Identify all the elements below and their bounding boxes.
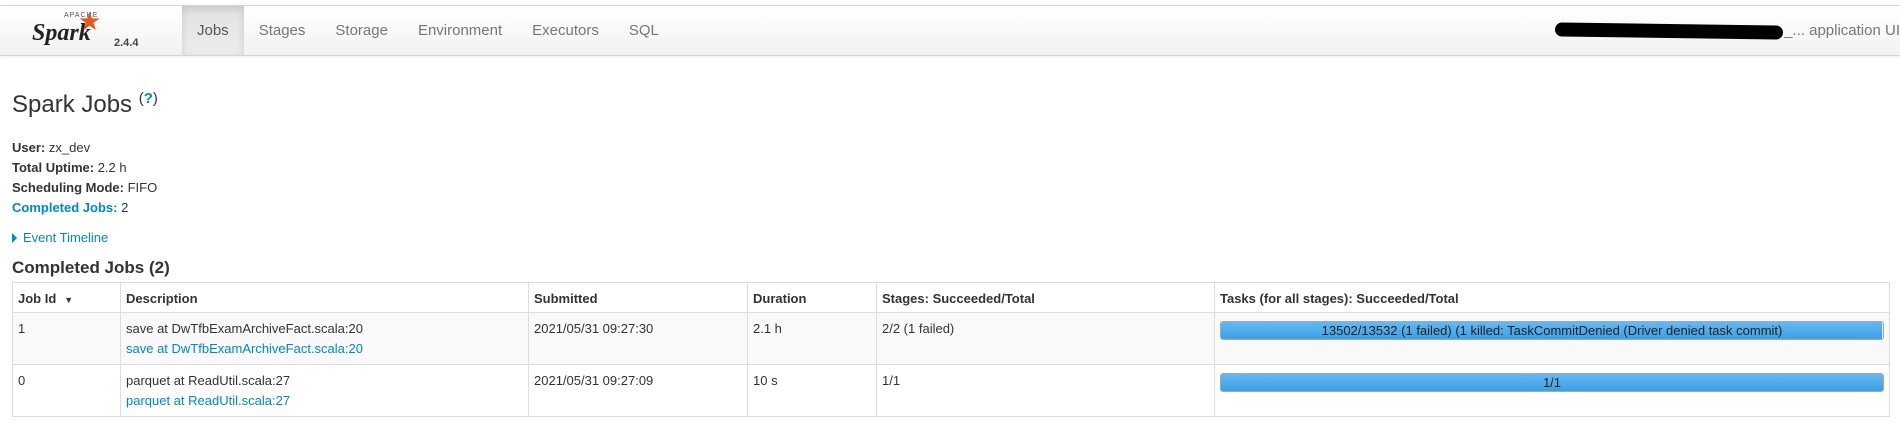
help-link[interactable]: ? — [144, 90, 153, 107]
application-title: _... application UI — [1555, 6, 1900, 55]
spark-logo[interactable]: APACHE Spark ★ 2.4.4 — [30, 8, 170, 52]
summary-user: User: zx_dev — [12, 138, 1892, 158]
completed-jobs-table: Job Id ▼ Description Submitted Duration S… — [12, 282, 1890, 417]
header-job-id[interactable]: Job Id ▼ — [12, 282, 121, 313]
duration-cell: 2.1 h — [747, 312, 877, 365]
summary-uptime: Total Uptime: 2.2 h — [12, 158, 1892, 178]
tab-environment[interactable]: Environment — [403, 6, 517, 55]
tasks-progress-bar: 1/1 — [1220, 373, 1884, 392]
uptime-value: 2.2 h — [97, 160, 127, 175]
description-link[interactable]: parquet at ReadUtil.scala:27 — [126, 391, 523, 411]
redacted-app-name — [1555, 22, 1784, 40]
help-tooltip[interactable]: (?) — [139, 90, 158, 107]
event-timeline-toggle[interactable]: Event Timeline — [12, 230, 1892, 245]
stages-cell: 1/1 — [876, 364, 1215, 417]
tab-jobs[interactable]: Jobs — [182, 6, 244, 55]
uptime-label: Total Uptime: — [12, 160, 95, 175]
header-tasks[interactable]: Tasks (for all stages): Succeeded/Total — [1214, 282, 1890, 313]
job-id-cell: 0 — [12, 364, 121, 417]
top-navbar: APACHE Spark ★ 2.4.4 Jobs Stages Storage… — [0, 5, 1900, 56]
nav-tabs: Jobs Stages Storage Environment Executor… — [182, 6, 674, 55]
main-content: Spark Jobs (?) User: zx_dev Total Uptime… — [12, 82, 1892, 281]
summary-scheduling: Scheduling Mode: FIFO — [12, 178, 1892, 198]
scheduling-label: Scheduling Mode: — [12, 180, 124, 195]
stages-cell: 2/2 (1 failed) — [876, 312, 1215, 365]
header-submitted[interactable]: Submitted — [528, 282, 748, 313]
completed-jobs-heading[interactable]: Completed Jobs (2) — [12, 255, 1892, 281]
tab-sql[interactable]: SQL — [614, 6, 674, 55]
description-text: parquet at ReadUtil.scala:27 — [126, 373, 291, 388]
completed-jobs-link[interactable]: Completed Jobs: — [12, 200, 117, 215]
spark-version: 2.4.4 — [114, 37, 139, 49]
description-link[interactable]: save at DwTfbExamArchiveFact.scala:20 — [126, 339, 523, 359]
summary-completed: Completed Jobs: 2 — [12, 198, 1892, 218]
table-header-row: Job Id ▼ Description Submitted Duration S… — [12, 282, 1890, 313]
header-job-id-label: Job Id — [18, 290, 57, 306]
scheduling-value: FIFO — [127, 180, 158, 195]
tab-executors[interactable]: Executors — [517, 6, 614, 55]
tab-stages[interactable]: Stages — [244, 6, 321, 55]
expand-triangle-icon — [12, 233, 17, 243]
user-label: User: — [12, 140, 46, 155]
page-title-text: Spark Jobs — [12, 91, 133, 118]
sort-desc-icon: ▼ — [64, 294, 74, 305]
submitted-cell: 2021/05/31 09:27:09 — [528, 364, 748, 417]
app-title-suffix: _... application UI — [1784, 22, 1900, 39]
header-duration[interactable]: Duration — [747, 282, 877, 313]
submitted-cell: 2021/05/31 09:27:30 — [528, 312, 748, 365]
summary-list: User: zx_dev Total Uptime: 2.2 h Schedul… — [12, 138, 1892, 218]
table-row: 1 save at DwTfbExamArchiveFact.scala:20 … — [12, 312, 1890, 365]
tab-storage[interactable]: Storage — [320, 6, 403, 55]
page-title: Spark Jobs (?) — [12, 82, 1892, 122]
completed-jobs-count: 2 — [121, 200, 129, 215]
table-row: 0 parquet at ReadUtil.scala:27 parquet a… — [12, 364, 1890, 417]
user-value: zx_dev — [48, 140, 91, 155]
tasks-progress-bar: 13502/13532 (1 failed) (1 killed: TaskCo… — [1220, 321, 1884, 340]
tasks-cell: 1/1 — [1214, 364, 1890, 417]
tasks-progress-text: 1/1 — [1542, 375, 1562, 390]
duration-cell: 10 s — [747, 364, 877, 417]
tasks-progress-text: 13502/13532 (1 failed) (1 killed: TaskCo… — [1321, 323, 1783, 338]
description-cell: parquet at ReadUtil.scala:27 parquet at … — [120, 364, 529, 417]
description-cell: save at DwTfbExamArchiveFact.scala:20 sa… — [120, 312, 529, 365]
job-id-cell: 1 — [12, 312, 121, 365]
header-stages[interactable]: Stages: Succeeded/Total — [876, 282, 1215, 313]
tasks-cell: 13502/13532 (1 failed) (1 killed: TaskCo… — [1214, 312, 1890, 365]
header-description[interactable]: Description — [120, 282, 529, 313]
description-text: save at DwTfbExamArchiveFact.scala:20 — [126, 321, 363, 336]
spark-star-icon: ★ — [78, 6, 102, 36]
event-timeline-label: Event Timeline — [23, 230, 109, 245]
